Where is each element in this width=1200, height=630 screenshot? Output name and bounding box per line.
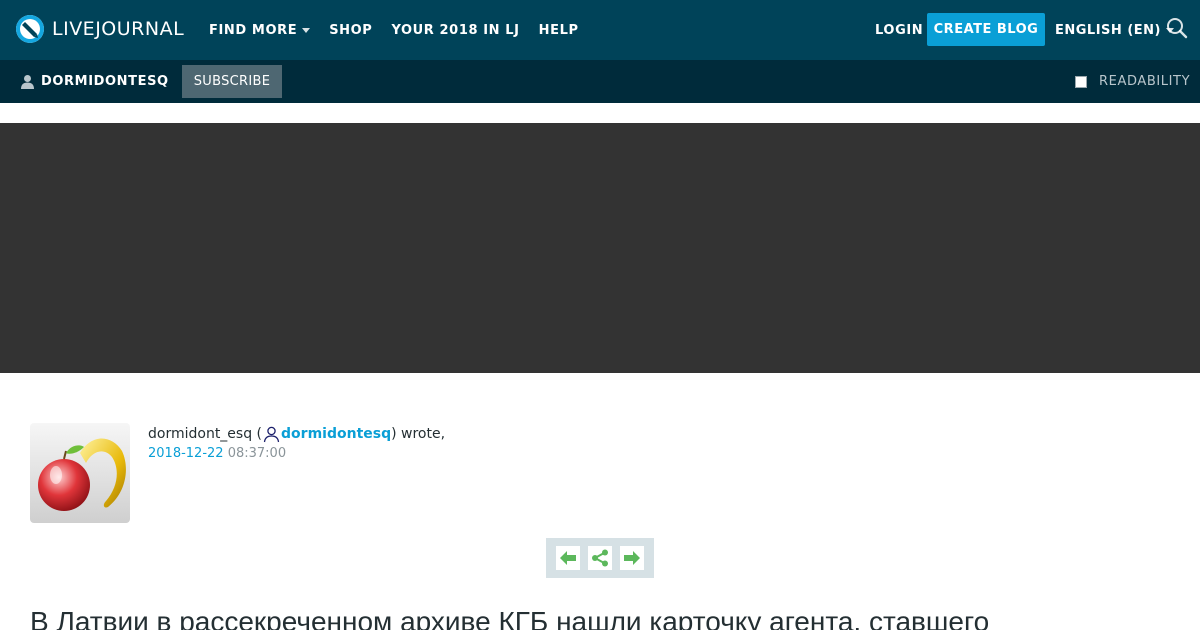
poster-user-link[interactable]: dormidontesq xyxy=(281,426,391,442)
open-paren: ( xyxy=(252,426,263,442)
logo-text: LIVEJOURNAL xyxy=(52,18,185,40)
entry-title: В Латвии в рассекреченном архиве КГБ наш… xyxy=(30,606,990,630)
nav-find-more[interactable]: FIND MORE xyxy=(209,22,311,38)
create-blog-button[interactable]: CREATE BLOG xyxy=(927,13,1045,46)
livejournal-logo[interactable]: LIVEJOURNAL xyxy=(16,15,184,43)
user-icon xyxy=(21,75,34,89)
readability-label: READABILITY xyxy=(1099,74,1191,89)
nav-find-more-label: FIND MORE xyxy=(209,22,298,38)
nav-your-year-label: YOUR 2018 IN LJ xyxy=(391,22,520,38)
entry-meta: dormidont_esq ( dormidontesq ) wrote, 20… xyxy=(148,425,445,464)
arrow-right-icon xyxy=(624,551,640,565)
entry-navigation xyxy=(546,538,654,578)
previous-entry-button[interactable] xyxy=(556,546,580,570)
readability-checkbox[interactable] xyxy=(1075,75,1087,88)
share-icon xyxy=(592,549,608,567)
main-nav: FIND MORE SHOP YOUR 2018 IN LJ HELP xyxy=(209,0,598,60)
top-navigation-bar: LIVEJOURNAL FIND MORE SHOP YOUR 2018 IN … xyxy=(0,0,1200,60)
nav-your-year[interactable]: YOUR 2018 IN LJ xyxy=(391,23,519,38)
chevron-down-icon xyxy=(302,27,311,33)
entry-datetime: 2018-12-22 08:37:00 xyxy=(148,446,445,464)
search-icon[interactable] xyxy=(1166,17,1188,39)
language-label: ENGLISH (EN) xyxy=(1055,22,1161,38)
journal-username: DORMIDONTESQ xyxy=(41,74,169,89)
avatar[interactable] xyxy=(30,423,130,523)
poster-name: dormidont_esq xyxy=(148,426,253,442)
arrow-left-icon xyxy=(560,551,576,565)
journal-subbar: DORMIDONTESQ SUBSCRIBE READABILITY xyxy=(0,60,1200,103)
share-button[interactable] xyxy=(588,546,612,570)
entry-time: 08:37:00 xyxy=(227,446,287,461)
login-link[interactable]: LOGIN xyxy=(875,0,923,60)
livejournal-pencil-icon xyxy=(16,15,44,43)
nav-help[interactable]: HELP xyxy=(539,23,579,38)
nav-shop[interactable]: SHOP xyxy=(329,23,372,38)
next-entry-button[interactable] xyxy=(620,546,644,570)
nav-shop-label: SHOP xyxy=(329,22,373,38)
ad-banner-area xyxy=(0,123,1200,373)
readability-toggle[interactable]: READABILITY xyxy=(1075,60,1190,103)
entry-date-link[interactable]: 2018-12-22 xyxy=(148,446,224,461)
wrote-text: ) wrote, xyxy=(391,426,446,442)
user-icon[interactable] xyxy=(263,426,280,443)
journal-user-link[interactable]: DORMIDONTESQ xyxy=(20,60,169,103)
entry-author-line: dormidont_esq ( dormidontesq ) wrote, xyxy=(148,425,445,443)
subscribe-button[interactable]: SUBSCRIBE xyxy=(182,65,282,98)
language-selector[interactable]: ENGLISH (EN) xyxy=(1055,0,1174,60)
nav-help-label: HELP xyxy=(538,22,579,38)
